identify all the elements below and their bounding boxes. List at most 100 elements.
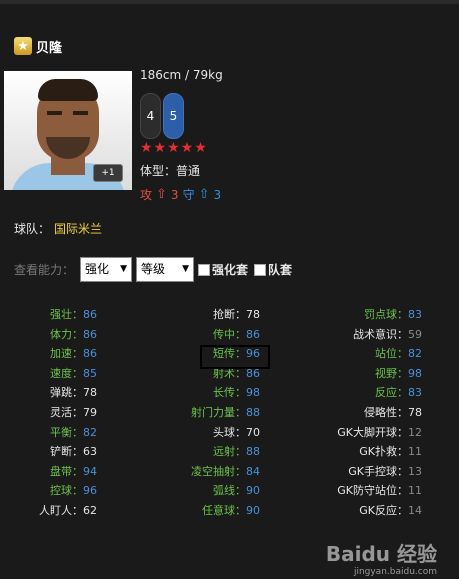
stat-col3-0: 罚点球：83 (364, 306, 422, 322)
stat-label: 传中： (213, 327, 246, 341)
stat-label: GK防守站位： (337, 484, 408, 498)
stat-col3-8: GK手控球：13 (348, 463, 422, 479)
star-rating: ★★★★★ (140, 140, 208, 156)
chevron-down-icon: ▼ (120, 264, 128, 274)
stat-value: 88 (246, 445, 260, 459)
stat-label: 站位： (375, 347, 408, 361)
stat-col3-3: 视野：98 (375, 365, 422, 381)
right-foot-icon: 5 (163, 93, 184, 139)
stat-label: 体力： (50, 327, 83, 341)
stat-label: 视野： (375, 366, 408, 380)
player-name-row: ★ 贝隆 (14, 36, 62, 56)
stat-value: 78 (408, 406, 422, 419)
stat-value: 84 (246, 464, 260, 478)
stat-label: 人盯人： (39, 504, 83, 517)
stat-value: 78 (83, 386, 97, 400)
highlight-box (200, 345, 270, 369)
stat-col3-6: GK大脚开球：12 (337, 424, 422, 440)
stat-value: 62 (83, 504, 97, 517)
stat-col2-4: 长传：98 (213, 384, 260, 400)
stat-label: 平衡： (50, 425, 83, 439)
stat-label: 反应： (375, 386, 408, 400)
stat-label: 强壮： (50, 308, 83, 321)
stat-value: 70 (246, 425, 260, 439)
stat-label: GK手控球： (348, 464, 408, 478)
stat-label: 弧线： (213, 484, 246, 498)
stat-value: 78 (246, 308, 260, 321)
arrow-up-icon: ⇧ (156, 187, 167, 202)
stat-label: GK反应： (359, 504, 408, 517)
stat-col1-5: 灵活：79 (50, 404, 97, 420)
stat-col1-6: 平衡：82 (50, 424, 97, 440)
stat-value: 98 (408, 366, 422, 380)
stat-value: 63 (83, 445, 97, 459)
stat-value: 86 (83, 327, 97, 341)
stat-label: 盘带： (50, 464, 83, 478)
stat-label: 长传： (213, 386, 246, 400)
stat-col1-7: 铲断：63 (50, 443, 97, 459)
stat-value: 83 (408, 386, 422, 400)
stat-col2-9: 弧线：90 (213, 482, 260, 498)
view-label: 查看能力： (14, 263, 75, 277)
stat-col3-5: 侵略性：78 (364, 404, 422, 420)
stat-label: 抢断： (213, 308, 246, 321)
arrow-up-icon: ⇧ (198, 187, 210, 202)
stat-value: 13 (408, 464, 422, 478)
stat-col2-1: 传中：86 (213, 326, 260, 342)
height-weight: 186cm / 79kg (140, 68, 223, 82)
stat-value: 98 (246, 386, 260, 400)
team-name-link[interactable]: 国际米兰 (54, 220, 102, 237)
level-select[interactable]: 等级 ▼ (136, 257, 195, 282)
stat-col3-1: 战术意识：59 (353, 326, 422, 342)
stat-value: 82 (408, 347, 422, 361)
checkbox-icon[interactable] (198, 263, 211, 276)
stat-label: 铲断： (50, 445, 83, 459)
star-badge-icon: ★ (14, 37, 32, 55)
stat-label: 战术意识： (353, 327, 408, 341)
stat-col2-7: 远射：88 (213, 443, 260, 459)
stat-value: 88 (246, 406, 260, 419)
stat-value: 86 (83, 347, 97, 361)
stat-label: 任意球： (202, 504, 246, 517)
stat-col1-3: 速度：85 (50, 365, 97, 381)
stat-col1-0: 强壮：86 (50, 306, 97, 322)
stat-col2-6: 头球：70 (213, 424, 260, 440)
left-foot-icon: 4 (140, 93, 161, 139)
stat-label: 加速： (50, 347, 83, 361)
enhance-select[interactable]: 强化 ▼ (80, 257, 133, 282)
watermark-logo: Baidu 经验 (325, 542, 437, 566)
stat-label: GK大脚开球： (337, 425, 408, 439)
stat-col1-2: 加速：86 (50, 345, 97, 361)
team-label: 球队： (14, 222, 51, 236)
stat-col2-10: 任意球：90 (202, 502, 260, 518)
watermark-url: jingyan.baidu.com (353, 567, 437, 577)
stat-col3-7: GK扑救：11 (359, 443, 422, 459)
stat-value: 86 (246, 327, 260, 341)
stat-col3-4: 反应：83 (375, 384, 422, 400)
stat-value: 85 (83, 366, 97, 380)
chevron-down-icon: ▼ (182, 264, 190, 274)
stat-label: 速度： (50, 366, 83, 380)
player-name: 贝隆 (36, 40, 63, 56)
stat-value: 90 (246, 504, 260, 517)
foot-preference: 4 5 (140, 93, 186, 139)
stat-col1-8: 盘带：94 (50, 463, 97, 479)
view-controls: 查看能力： 强化 ▼ 等级 ▼ 强化套 队套 (14, 257, 298, 282)
defense-value: 3 (213, 187, 222, 202)
stat-col3-10: GK反应：14 (359, 502, 422, 518)
stat-value: 96 (83, 484, 97, 498)
stat-label: GK扑救： (359, 445, 408, 459)
team-row: 球队： 国际米兰 (14, 220, 102, 237)
checkbox-icon[interactable] (254, 263, 267, 276)
stat-value: 83 (408, 308, 422, 321)
team-set-checkbox[interactable]: 队套 (254, 261, 292, 278)
stat-col1-9: 控球：96 (50, 482, 97, 498)
top-divider (0, 0, 459, 4)
stat-label: 远射： (213, 445, 246, 459)
enhance-set-checkbox[interactable]: 强化套 (198, 261, 248, 278)
attack-defense: 攻 ⇧ 3 守 ⇧ 3 (140, 186, 221, 203)
stat-col1-10: 人盯人：62 (39, 502, 97, 518)
stat-label: 弹跳： (50, 386, 83, 400)
stat-value: 90 (246, 484, 260, 498)
upgrade-badge: +1 (93, 164, 123, 182)
